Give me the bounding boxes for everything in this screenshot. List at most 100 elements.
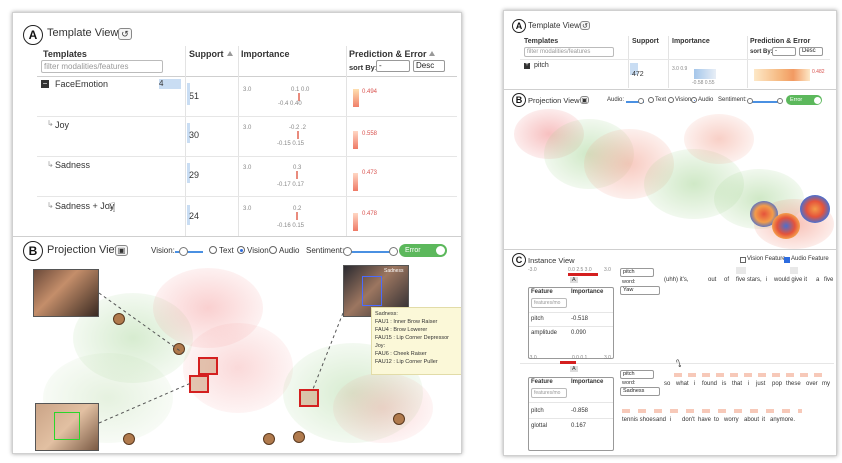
expand-icon[interactable]: + — [524, 62, 530, 69]
sentence-word[interactable]: just — [756, 381, 765, 387]
reset-button[interactable]: ↺ — [580, 21, 590, 30]
word-select[interactable]: Sadness — [620, 387, 660, 396]
screenshot-button[interactable]: ▣ — [580, 96, 589, 104]
sentence-word[interactable]: out — [708, 277, 716, 283]
order-select[interactable]: Desc — [799, 47, 823, 56]
sentiment-label: Sentiment: — [306, 246, 345, 255]
expand-icon[interactable]: − — [41, 80, 49, 88]
sentiment-slider-knob-left[interactable] — [343, 247, 352, 256]
section-divider — [504, 89, 836, 90]
sentence-word[interactable]: over — [806, 381, 818, 387]
word-select[interactable]: Yaw — [620, 286, 660, 295]
sentence-word[interactable]: i — [748, 381, 749, 387]
sentence-word[interactable]: don't — [682, 417, 695, 423]
vision-slider-knob[interactable] — [179, 247, 188, 256]
col-prediction[interactable]: Prediction & Error — [750, 38, 810, 45]
sentence-word[interactable]: about — [744, 417, 759, 423]
sentence-word[interactable]: of — [724, 277, 729, 283]
sentence-word[interactable]: i — [694, 381, 695, 387]
col-support[interactable]: Support — [189, 49, 224, 59]
template-name: pitch — [534, 62, 549, 69]
sentence-word[interactable]: it — [762, 417, 765, 423]
col-templates[interactable]: Templates — [43, 49, 87, 59]
sort-by-select[interactable]: - — [772, 47, 796, 56]
radio-audio[interactable] — [269, 246, 277, 254]
sentence-word[interactable]: have — [698, 417, 711, 423]
sentence-word[interactable]: (uhh) it's, — [664, 277, 689, 283]
sentence-word[interactable]: and — [656, 417, 666, 423]
sentence-word[interactable]: pop — [772, 381, 782, 387]
importance-hist — [694, 69, 716, 79]
error-toggle[interactable]: Error — [399, 244, 447, 257]
screenshot-button[interactable]: ▣ — [115, 245, 128, 256]
template-filter-input[interactable]: filter modalities/features — [41, 60, 163, 73]
reset-button[interactable]: ↺ — [118, 28, 132, 40]
audio-slider-knob[interactable] — [638, 98, 644, 104]
sentence-word[interactable]: so — [664, 381, 670, 387]
order-select[interactable]: Desc — [413, 60, 445, 72]
row-divider — [529, 418, 613, 419]
radio-audio[interactable] — [691, 97, 697, 103]
sentiment-slider[interactable] — [347, 251, 393, 253]
col-divider-3 — [346, 46, 347, 236]
sentence-word[interactable]: a — [816, 277, 819, 283]
radio-text[interactable] — [209, 246, 217, 254]
sentence-word[interactable]: i — [670, 417, 671, 423]
radio-vision[interactable] — [237, 246, 245, 254]
sentence-word[interactable]: that — [732, 381, 742, 387]
feature-name: pitch — [531, 316, 544, 322]
error-toggle[interactable]: Error — [786, 95, 822, 105]
sentence-word[interactable]: my — [822, 381, 830, 387]
projection-scatter[interactable]: Sadness Sadness: FAU1 : Inner Brow Raise… — [33, 263, 461, 451]
sentence-word[interactable]: worry — [724, 417, 739, 423]
sort-by-select[interactable]: - — [376, 60, 410, 72]
template-name: FaceEmotion — [55, 79, 109, 89]
sentence-word[interactable]: i — [766, 277, 767, 283]
highlighted-cluster[interactable] — [800, 195, 830, 223]
col-templates[interactable]: Templates — [524, 38, 558, 45]
sentence-word[interactable]: anymore. — [770, 417, 795, 423]
sentence-word[interactable]: would give it — [774, 277, 807, 283]
radio-text[interactable] — [648, 97, 654, 103]
template-name: Sadness — [55, 160, 91, 170]
sentence-word[interactable]: what — [676, 381, 689, 387]
sentence-word[interactable]: tennis shoes — [622, 417, 656, 423]
feature-select[interactable]: pitch — [620, 370, 654, 379]
sentence-word[interactable]: is — [722, 381, 726, 387]
sentence-word[interactable]: to — [714, 417, 719, 423]
radio-vision[interactable] — [668, 97, 674, 103]
sort-prediction-icon[interactable] — [429, 51, 435, 56]
audio-feature-checkbox[interactable] — [784, 257, 790, 263]
vision-label: Vision: — [151, 246, 175, 255]
sentence-word[interactable]: these — [786, 381, 801, 387]
anchor-marker: A — [570, 277, 578, 283]
support-value: 51 — [189, 91, 200, 101]
col-importance[interactable]: Importance — [241, 49, 290, 59]
feature-select[interactable]: pitch — [620, 268, 654, 277]
highlighted-cluster[interactable] — [772, 213, 800, 239]
sentence-word[interactable]: five — [824, 277, 833, 283]
feature-filter-input[interactable]: features/mo — [531, 298, 567, 308]
col-importance[interactable]: Importance — [672, 38, 710, 45]
col-support[interactable]: Support — [632, 38, 659, 45]
projection-view-title: Projection View — [528, 96, 580, 105]
projection-view-title: Projection View — [47, 244, 123, 256]
sentiment-slider-knob-right[interactable] — [777, 98, 783, 104]
col-divider — [747, 36, 748, 88]
feature-filter-input[interactable]: features/mo — [531, 388, 567, 398]
support-bar — [187, 83, 190, 105]
sentiment-slider-knob-right[interactable] — [389, 247, 398, 256]
col-prediction[interactable]: Prediction & Error — [349, 49, 427, 59]
radio-vision-label: Vision — [247, 246, 269, 255]
count-badge-value: 4 — [159, 79, 164, 88]
vision-feature-checkbox[interactable] — [740, 257, 746, 263]
sentence-word[interactable]: found — [702, 381, 717, 387]
template-filter-input[interactable]: filter modalities/features — [524, 47, 614, 57]
error-toggle-label: Error — [405, 247, 421, 254]
projection-scatter[interactable] — [514, 109, 834, 249]
sentiment-slider[interactable] — [750, 101, 780, 103]
sort-support-icon[interactable] — [227, 51, 233, 56]
sentiment-slider-knob-left[interactable] — [747, 98, 753, 104]
sentence-word[interactable]: five stars, — [736, 277, 762, 283]
camera-icon: ▣ — [581, 97, 588, 104]
